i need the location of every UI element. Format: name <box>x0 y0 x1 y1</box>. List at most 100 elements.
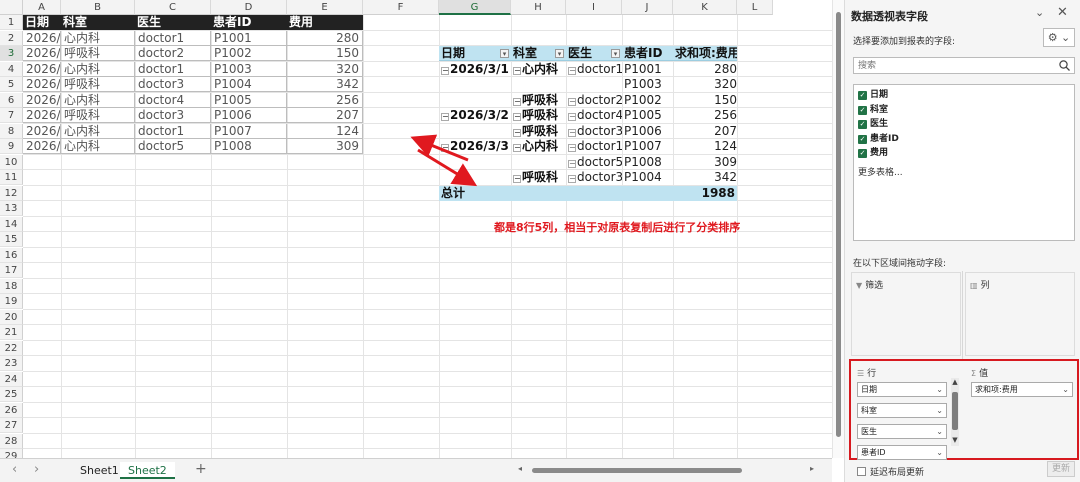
collapse-icon[interactable]: − <box>513 66 521 75</box>
collapse-icon[interactable]: − <box>568 97 576 106</box>
source-cell[interactable]: doctor5 <box>135 139 211 154</box>
filter-area[interactable]: ▼ 筛选 <box>851 272 961 356</box>
column-header-a[interactable]: A <box>23 0 61 15</box>
prev-sheet-icon[interactable]: ‹ <box>12 462 17 477</box>
pivot-cell[interactable]: −doctor3 <box>566 124 622 139</box>
pivot-cell[interactable]: P1007 <box>622 139 673 154</box>
pivot-header-cell[interactable]: 科室 ▾ <box>511 46 566 61</box>
pivot-cell[interactable]: −doctor1 <box>566 139 622 154</box>
collapse-icon[interactable]: − <box>513 128 521 137</box>
source-cell[interactable]: 心内科 <box>61 61 135 77</box>
value-field-pill[interactable]: 求和项:费用 ⌄ <box>971 382 1073 397</box>
column-header-d[interactable]: D <box>211 0 287 15</box>
columns-area[interactable]: ▥ 列 <box>965 272 1075 356</box>
source-cell[interactable]: 心内科 <box>61 30 135 46</box>
collapse-icon[interactable]: − <box>441 144 449 152</box>
vertical-scroll-thumb[interactable] <box>836 12 841 437</box>
pivot-cell[interactable]: P1006 <box>622 124 673 139</box>
row-header-8[interactable]: 8 <box>0 123 23 139</box>
column-header-b[interactable]: B <box>61 0 135 15</box>
source-cell[interactable]: 2026/3/1 <box>23 46 61 61</box>
source-header-cell[interactable]: 费用 <box>287 15 363 30</box>
horizontal-scrollbar[interactable]: ◂ ▸ <box>518 464 818 474</box>
source-cell[interactable]: 呼吸科 <box>61 108 135 123</box>
row-header-10[interactable]: 10 <box>0 154 23 170</box>
pane-options-chevron-icon[interactable]: ⌄ <box>1035 6 1044 19</box>
defer-checkbox-box[interactable] <box>857 467 866 476</box>
rows-area-scrollbar[interactable]: ▲ ▼ <box>951 378 959 446</box>
row-header-17[interactable]: 17 <box>0 263 23 278</box>
pivot-cell[interactable]: −doctor3 <box>566 170 622 185</box>
source-cell[interactable]: 320 <box>287 61 363 77</box>
source-cell[interactable]: 2026/3/3 <box>23 77 61 92</box>
row-field-pill[interactable]: 科室 ⌄ <box>857 403 947 418</box>
source-cell[interactable]: P1004 <box>211 77 287 92</box>
row-header-18[interactable]: 18 <box>0 278 23 294</box>
column-header-j[interactable]: J <box>622 0 673 15</box>
pivot-cell[interactable]: 124 <box>673 139 737 154</box>
more-tables-link[interactable]: 更多表格... <box>858 165 903 178</box>
source-cell[interactable]: 2026/3/1 <box>23 30 61 46</box>
column-header-k[interactable]: K <box>673 0 737 15</box>
row-header-26[interactable]: 26 <box>0 402 23 418</box>
pivot-grand-total-row[interactable]: 总计 1988 <box>439 185 737 201</box>
select-all-corner[interactable] <box>0 0 23 15</box>
source-cell[interactable]: doctor1 <box>135 30 211 46</box>
source-cell[interactable]: P1006 <box>211 108 287 123</box>
chevron-down-icon[interactable]: ⌄ <box>1062 383 1069 396</box>
source-cell[interactable]: P1003 <box>211 61 287 77</box>
pivot-cell[interactable]: −呼吸科 <box>511 124 566 139</box>
pivot-cell[interactable]: −心内科 <box>511 139 566 154</box>
pivot-cell[interactable]: −呼吸科 <box>511 108 566 123</box>
row-header-7[interactable]: 7 <box>0 108 23 123</box>
scroll-down-icon[interactable]: ▼ <box>951 436 959 444</box>
filter-dropdown-icon[interactable]: ▾ <box>611 49 620 58</box>
scroll-left-icon[interactable]: ◂ <box>518 464 522 473</box>
pivot-cell[interactable]: −呼吸科 <box>511 170 566 185</box>
source-cell[interactable]: 呼吸科 <box>61 46 135 61</box>
source-header-cell[interactable]: 医生 <box>135 15 211 30</box>
pivot-cell[interactable]: −doctor2 <box>566 93 622 108</box>
field-item[interactable]: ✓ 患者ID <box>858 134 899 147</box>
scroll-up-icon[interactable]: ▲ <box>951 378 959 386</box>
pivot-cell[interactable]: P1002 <box>622 93 673 108</box>
source-cell[interactable]: 207 <box>287 108 363 123</box>
row-header-1[interactable]: 1 <box>0 15 23 30</box>
pivot-cell[interactable]: 280 <box>673 62 737 77</box>
source-cell[interactable]: doctor3 <box>135 77 211 92</box>
row-header-28[interactable]: 28 <box>0 433 23 449</box>
source-cell[interactable]: 2026/3/3 <box>23 123 61 139</box>
pivot-cell[interactable]: P1004 <box>622 170 673 185</box>
field-item[interactable]: ✓ 医生 <box>858 119 888 132</box>
pivot-cell[interactable]: P1001 <box>622 62 673 77</box>
column-header-l[interactable]: L <box>737 0 773 15</box>
row-header-23[interactable]: 23 <box>0 356 23 371</box>
checkbox-checked-icon[interactable]: ✓ <box>858 105 867 115</box>
pivot-cell[interactable]: −2026/3/1 <box>439 62 511 77</box>
source-cell[interactable]: P1007 <box>211 123 287 139</box>
row-field-pill[interactable]: 日期 ⌄ <box>857 382 947 397</box>
source-cell[interactable]: 309 <box>287 139 363 154</box>
search-input[interactable] <box>854 58 1054 73</box>
source-cell[interactable]: doctor1 <box>135 123 211 139</box>
update-button[interactable]: 更新 <box>1047 461 1075 477</box>
pivot-cell[interactable]: −doctor4 <box>566 108 622 123</box>
row-header-9[interactable]: 9 <box>0 139 23 154</box>
add-sheet-icon[interactable]: + <box>195 461 207 477</box>
pivot-cell[interactable]: 150 <box>673 93 737 108</box>
source-cell[interactable]: 280 <box>287 30 363 46</box>
checkbox-checked-icon[interactable]: ✓ <box>858 91 867 100</box>
row-header-19[interactable]: 19 <box>0 294 23 309</box>
collapse-icon[interactable]: − <box>513 97 521 106</box>
source-cell[interactable]: 342 <box>287 77 363 92</box>
chevron-down-icon[interactable]: ⌄ <box>936 404 943 417</box>
tab-sheet2[interactable]: Sheet2 <box>120 462 175 479</box>
source-cell[interactable]: 2026/3/3 <box>23 139 61 154</box>
gear-icon[interactable]: ⚙ ⌄ <box>1043 28 1075 47</box>
collapse-icon[interactable]: − <box>513 144 521 152</box>
source-cell[interactable]: 2026/3/2 <box>23 108 61 123</box>
collapse-icon[interactable]: − <box>441 66 449 75</box>
column-header-e[interactable]: E <box>287 0 363 15</box>
filter-dropdown-icon[interactable]: ▾ <box>500 49 509 58</box>
source-cell[interactable]: 心内科 <box>61 123 135 139</box>
